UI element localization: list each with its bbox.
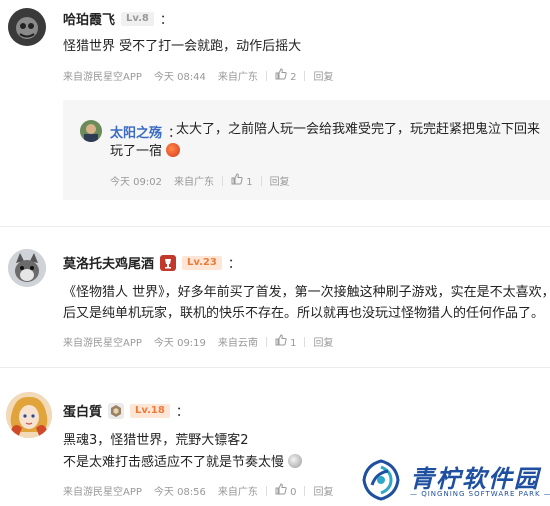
reply-username[interactable]: 太阳之殇 bbox=[110, 122, 162, 141]
thumbs-up-icon bbox=[231, 173, 243, 185]
reply-avatar[interactable] bbox=[80, 120, 102, 142]
username[interactable]: 莫洛托夫鸡尾酒 bbox=[63, 253, 154, 272]
comment-2: 莫洛托夫鸡尾酒 Lv.23 ： 《怪物猎人 世界》，好多年前买了首发，第一次接触… bbox=[0, 227, 550, 367]
comment-text-line2-wrap: 不是太难打击感适应不了就是节奏太慢 bbox=[63, 452, 303, 474]
source: 来自游民星空APP bbox=[63, 72, 142, 83]
source: 来自游民星空APP bbox=[63, 487, 142, 498]
reply-text-line2: 玩了一宿 bbox=[110, 144, 163, 159]
watermark-logo-icon bbox=[362, 459, 400, 501]
medal-icon bbox=[160, 254, 177, 271]
like-button[interactable]: 0 bbox=[275, 483, 297, 498]
username[interactable]: 蛋白質 bbox=[63, 401, 102, 420]
location: 来自广东 bbox=[217, 72, 258, 83]
thumbs-up-icon bbox=[275, 334, 287, 346]
thumbs-up-icon bbox=[275, 68, 287, 80]
avatar[interactable] bbox=[6, 392, 52, 438]
watermark: 青柠软件园 — QINGNING SOFTWARE PARK — bbox=[350, 455, 550, 506]
comment-text: 怪猎世界 受不了打一会就跑，动作后摇大 bbox=[63, 39, 302, 54]
source: 来自游民星空APP bbox=[63, 338, 142, 349]
like-count: 1 bbox=[290, 338, 297, 349]
reply-location: 来自广东 bbox=[174, 177, 214, 188]
colon: ： bbox=[227, 257, 241, 272]
reply-text: 太大了，之前陪人玩一会给我难受完了，玩完赶紧把鬼泣下回来 bbox=[176, 119, 546, 141]
reply-timestamp: 今天 09:02 bbox=[110, 177, 162, 188]
level-badge: Lv.18 bbox=[130, 403, 170, 418]
reply-button[interactable]: 回复 bbox=[313, 483, 333, 498]
reply-button[interactable]: 回复 bbox=[313, 334, 333, 349]
like-count: 1 bbox=[246, 177, 253, 188]
like-button[interactable]: 2 bbox=[275, 68, 297, 83]
emoji-icon bbox=[166, 143, 181, 157]
level-badge: Lv.8 bbox=[121, 11, 154, 26]
comment-text-line2: 后又是纯单机玩家，联机的快乐不存在。所以就再也没玩过怪物猎人的任何作品了。 bbox=[63, 306, 545, 321]
location: 来自广东 bbox=[217, 487, 258, 498]
location: 来自云南 bbox=[217, 338, 258, 349]
like-button[interactable]: 1 bbox=[275, 334, 297, 349]
like-count: 0 bbox=[290, 487, 297, 498]
reply-text-line2-wrap: 玩了一宿 bbox=[110, 141, 181, 163]
avatar[interactable] bbox=[8, 249, 46, 287]
reply-reply-button[interactable]: 回复 bbox=[270, 173, 290, 188]
timestamp: 今天 09:19 bbox=[153, 338, 206, 349]
comment-text-line1: 黑魂3，怪猎世界，荒野大镖客2 bbox=[63, 433, 249, 448]
like-count: 2 bbox=[290, 72, 297, 83]
timestamp: 今天 08:44 bbox=[153, 72, 206, 83]
level-badge: Lv.23 bbox=[182, 255, 222, 270]
avatar[interactable] bbox=[8, 8, 46, 46]
comment-text-line2: 不是太难打击感适应不了就是节奏太慢 bbox=[63, 455, 285, 470]
comment-text-line1: 《怪物猎人 世界》，好多年前买了首发，第一次接触这种刷子游戏，实在是不太喜欢，然 bbox=[63, 285, 550, 300]
comment-1: 哈珀霞飞 Lv.8 ： 怪猎世界 受不了打一会就跑，动作后摇大 来自游民星空AP… bbox=[0, 0, 550, 226]
timestamp: 今天 08:56 bbox=[153, 487, 206, 498]
reply-text-line1: 太大了，之前陪人玩一会给我难受完了，玩完赶紧把鬼泣下回来 bbox=[176, 122, 541, 137]
reply-button[interactable]: 回复 bbox=[313, 68, 333, 83]
thumbs-up-icon bbox=[275, 483, 287, 495]
colon: ： bbox=[159, 13, 173, 28]
medal-icon bbox=[108, 402, 125, 419]
watermark-title: 青柠软件园 bbox=[410, 465, 540, 493]
username[interactable]: 哈珀霞飞 bbox=[63, 9, 115, 28]
reply-box: 太阳之殇 ： 太大了，之前陪人玩一会给我难受完了，玩完赶紧把鬼泣下回来 玩了一宿… bbox=[63, 100, 550, 200]
reply-like-button[interactable]: 1 bbox=[231, 173, 253, 188]
emoji-icon bbox=[288, 454, 303, 468]
colon: ： bbox=[175, 405, 189, 420]
watermark-subtitle: — QINGNING SOFTWARE PARK — bbox=[410, 490, 550, 498]
